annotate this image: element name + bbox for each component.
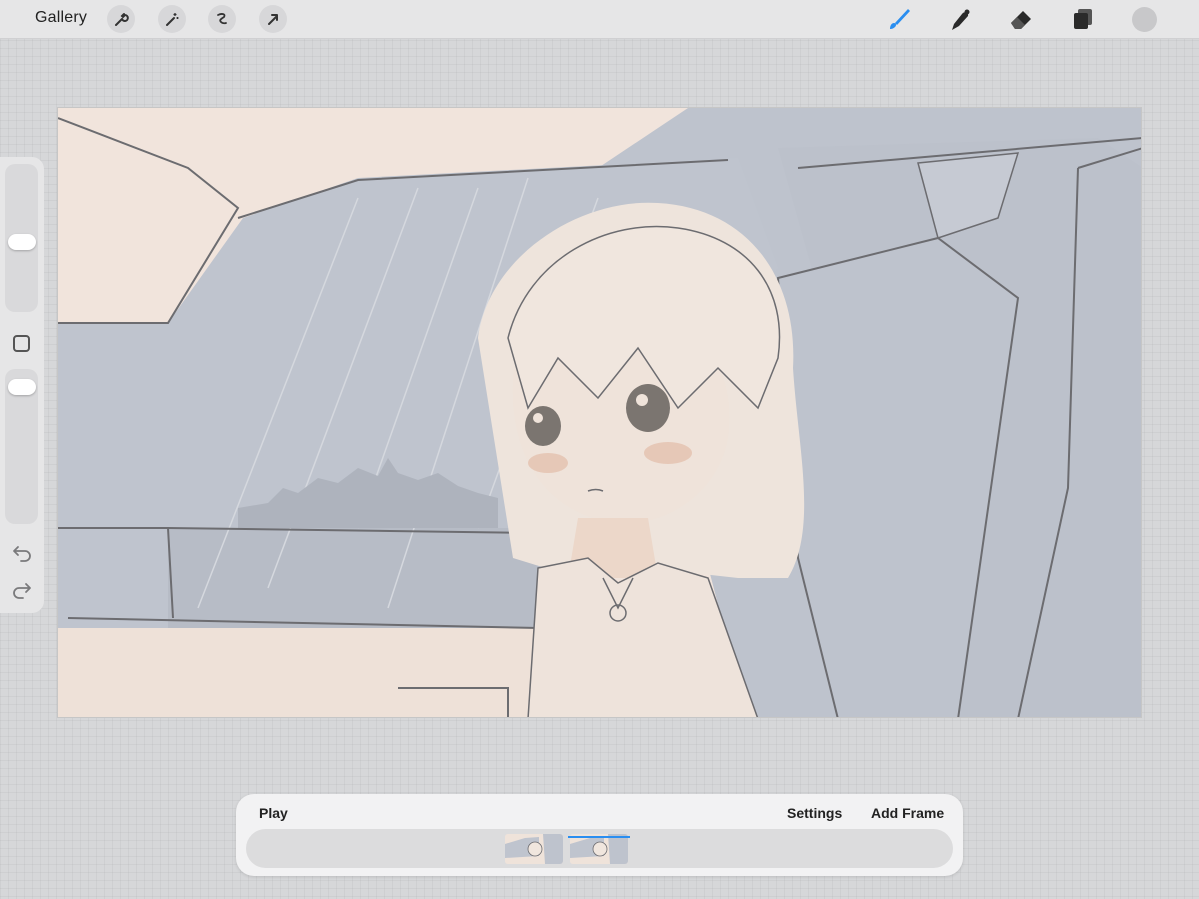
selection-icon[interactable] [208, 5, 236, 33]
add-frame-button[interactable]: Add Frame [871, 805, 944, 821]
smudge-icon[interactable] [947, 6, 973, 32]
transform-arrow-icon[interactable] [259, 5, 287, 33]
layers-icon[interactable] [1070, 6, 1096, 32]
frame-thumbnail[interactable] [570, 834, 628, 864]
color-picker-button[interactable] [1132, 7, 1157, 32]
gallery-button[interactable]: Gallery [35, 9, 87, 27]
frame-thumbnail[interactable] [505, 834, 563, 864]
frame-strip[interactable] [246, 829, 953, 868]
opacity-slider[interactable] [5, 369, 38, 524]
play-button[interactable]: Play [259, 805, 288, 821]
top-toolbar: Gallery [0, 0, 1199, 39]
magic-wand-icon[interactable] [158, 5, 186, 33]
brush-icon[interactable] [886, 6, 912, 32]
settings-button[interactable]: Settings [787, 805, 842, 821]
artwork [58, 108, 1141, 717]
left-sidebar [0, 157, 44, 613]
undo-icon[interactable] [11, 543, 33, 563]
eraser-icon[interactable] [1008, 6, 1034, 32]
drawing-canvas[interactable] [57, 107, 1142, 718]
brush-size-thumb[interactable] [8, 234, 36, 250]
modify-button[interactable] [13, 335, 30, 352]
redo-icon[interactable] [11, 580, 33, 600]
selected-frame-indicator [568, 836, 630, 838]
opacity-thumb[interactable] [8, 379, 36, 395]
brush-size-slider[interactable] [5, 164, 38, 312]
wrench-icon[interactable] [107, 5, 135, 33]
animation-assist-panel: Play Settings Add Frame [236, 794, 963, 876]
